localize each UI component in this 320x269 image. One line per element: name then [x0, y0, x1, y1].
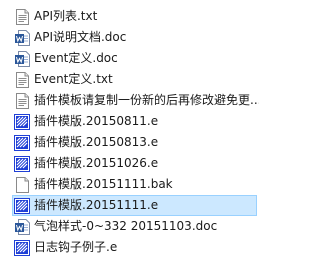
file-item-event-txt[interactable]: Event定义.txt — [0, 69, 259, 90]
e-source-file-icon — [14, 113, 30, 130]
file-name: 插件模版.20150813.e — [34, 135, 159, 149]
file-name: 插件模版.20150811.e — [34, 114, 159, 128]
file-name: API说明文档.doc — [34, 30, 127, 44]
e-source-file-icon — [14, 155, 30, 172]
file-item-bubble-style-doc[interactable]: 气泡样式-0~332 20151103.doc — [0, 216, 259, 237]
blank-file-icon — [14, 176, 30, 193]
file-list: API列表.txt API说明文档.doc Event定义.doc Event定… — [0, 6, 259, 258]
file-name: 插件模版.20151026.e — [34, 156, 159, 170]
file-item-template-20151111-e[interactable]: 插件模版.20151111.e — [12, 195, 257, 216]
file-name: Event定义.doc — [34, 51, 118, 65]
word-doc-icon — [14, 29, 30, 46]
file-item-template-20150811[interactable]: 插件模版.20150811.e — [0, 111, 259, 132]
word-doc-icon — [14, 50, 30, 67]
file-item-log-hook-example[interactable]: 日志钩子例子.e — [0, 237, 259, 258]
e-source-file-icon — [14, 134, 30, 151]
word-doc-icon — [14, 218, 30, 235]
file-item-template-readme[interactable]: 插件模板请复制一份新的后再修改避免更... — [0, 90, 259, 111]
e-source-file-icon — [14, 197, 30, 214]
file-name: 插件模版.20151111.bak — [34, 177, 173, 191]
file-item-api-doc[interactable]: API说明文档.doc — [0, 27, 259, 48]
file-item-event-doc[interactable]: Event定义.doc — [0, 48, 259, 69]
text-file-icon — [14, 8, 30, 25]
file-item-template-20150813[interactable]: 插件模版.20150813.e — [0, 132, 259, 153]
e-source-file-icon — [14, 239, 30, 256]
file-item-template-20151026[interactable]: 插件模版.20151026.e — [0, 153, 259, 174]
file-name: 日志钩子例子.e — [34, 240, 118, 254]
file-name: 气泡样式-0~332 20151103.doc — [34, 219, 218, 233]
file-name: Event定义.txt — [34, 72, 113, 86]
text-file-icon — [14, 71, 30, 88]
file-name: API列表.txt — [34, 9, 98, 23]
file-item-api-list-txt[interactable]: API列表.txt — [0, 6, 259, 27]
file-item-template-20151111-bak[interactable]: 插件模版.20151111.bak — [0, 174, 259, 195]
file-name: 插件模板请复制一份新的后再修改避免更... — [34, 93, 259, 107]
text-file-icon — [14, 92, 30, 109]
file-name: 插件模版.20151111.e — [34, 198, 159, 212]
